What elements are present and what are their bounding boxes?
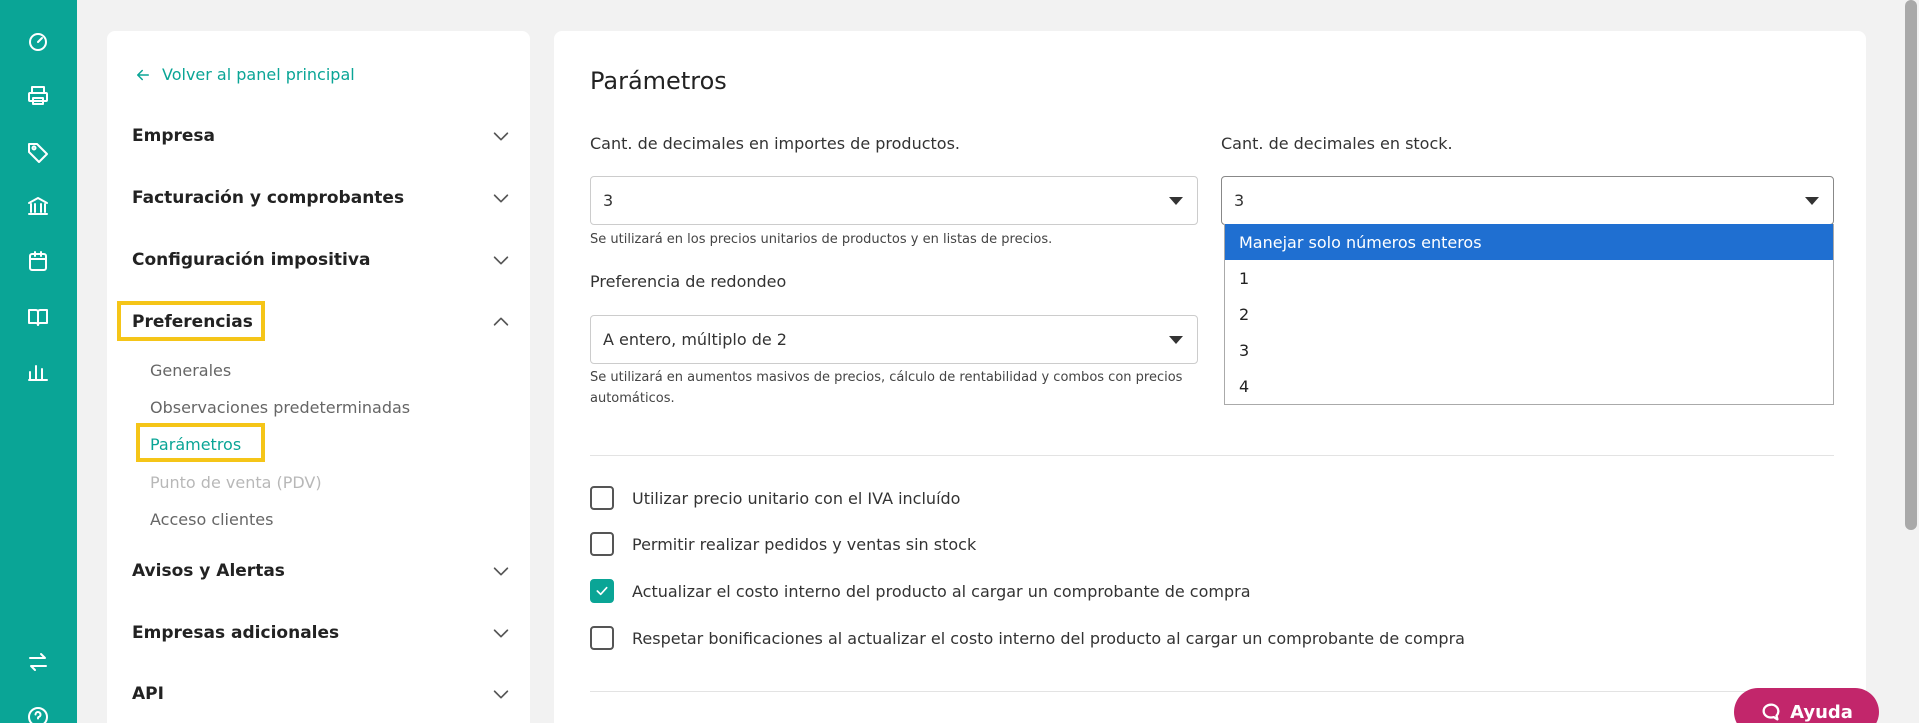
dropdown-option[interactable]: 2 <box>1225 296 1833 332</box>
nav-item-observaciones[interactable]: Observaciones predeterminadas <box>150 398 410 417</box>
nav-section-label: Empresas adicionales <box>132 623 340 643</box>
decimales-importes-help: Se utilizará en los precios unitarios de… <box>590 232 1053 247</box>
page-title: Parámetros <box>590 67 727 95</box>
redondeo-help-line: Se utilizará en aumentos masivos de prec… <box>590 370 1183 385</box>
scrollbar-track[interactable] <box>1902 0 1919 723</box>
nav-section-preferencias[interactable]: Preferencias <box>132 304 512 340</box>
decimales-stock-label: Cant. de decimales en stock. <box>1221 134 1453 153</box>
checkbox-ventas-sin-stock[interactable]: Permitir realizar pedidos y ventas sin s… <box>590 532 976 556</box>
checkbox-label: Respetar bonificaciones al actualizar el… <box>632 628 1465 648</box>
decimales-importes-select[interactable]: 3 <box>590 176 1198 225</box>
dropdown-option[interactable]: 4 <box>1225 368 1833 404</box>
arrow-left-icon <box>137 69 149 80</box>
nav-item-generales[interactable]: Generales <box>150 361 231 380</box>
chevron-down-icon <box>493 567 509 576</box>
chevron-down-icon <box>493 256 509 265</box>
dashboard-icon[interactable] <box>25 28 51 54</box>
select-value: 3 <box>1234 191 1245 210</box>
nav-section-label: API <box>132 684 164 704</box>
divider <box>590 691 1834 692</box>
checkbox-respetar-bonificaciones[interactable]: Respetar bonificaciones al actualizar el… <box>590 626 1465 650</box>
select-value: 3 <box>603 191 614 210</box>
redondeo-help: Se utilizará en aumentos masivos de prec… <box>590 367 1210 409</box>
caret-down-icon <box>1169 197 1183 205</box>
redondeo-label: Preferencia de redondeo <box>590 272 787 291</box>
decimales-importes-label: Cant. de decimales en importes de produc… <box>590 134 960 153</box>
nav-section-avisos[interactable]: Avisos y Alertas <box>132 553 512 589</box>
nav-item-acceso-clientes[interactable]: Acceso clientes <box>150 510 273 529</box>
caret-down-icon <box>1169 336 1183 344</box>
redondeo-help-line: automáticos. <box>590 391 675 406</box>
nav-section-label: Avisos y Alertas <box>132 561 285 581</box>
chevron-down-icon <box>493 194 509 203</box>
nav-section-label: Empresa <box>132 126 215 146</box>
app-sidebar <box>0 0 77 723</box>
select-value: A entero, múltiplo de 2 <box>603 330 787 349</box>
checkbox-label: Utilizar precio unitario con el IVA incl… <box>632 488 961 508</box>
scrollbar-thumb[interactable] <box>1905 0 1917 530</box>
divider <box>590 455 1834 456</box>
checkbox-actualizar-costo[interactable]: Actualizar el costo interno del producto… <box>590 579 1251 603</box>
nav-section-label: Preferencias <box>132 312 253 332</box>
checkbox-label: Actualizar el costo interno del producto… <box>632 581 1251 601</box>
nav-section-api[interactable]: API <box>132 676 512 712</box>
bank-icon[interactable] <box>25 193 51 219</box>
dropdown-option[interactable]: 3 <box>1225 332 1833 368</box>
checkbox-box[interactable] <box>590 486 614 510</box>
printer-icon[interactable] <box>25 83 51 109</box>
decimales-stock-dropdown: Manejar solo números enteros 1 2 3 4 <box>1224 224 1834 405</box>
help-button-label: Ayuda <box>1790 701 1853 723</box>
decimales-stock-select[interactable]: 3 <box>1221 176 1834 225</box>
checkbox-box[interactable] <box>590 579 614 603</box>
nav-section-label: Configuración impositiva <box>132 250 371 270</box>
nav-item-punto-de-venta: Punto de venta (PDV) <box>150 473 322 492</box>
settings-nav: Volver al panel principal Empresa Factur… <box>107 31 530 723</box>
nav-section-empresas-adicionales[interactable]: Empresas adicionales <box>132 615 512 651</box>
back-link[interactable]: Volver al panel principal <box>134 65 355 84</box>
swap-icon[interactable] <box>25 649 51 675</box>
chevron-down-icon <box>493 132 509 141</box>
nav-section-empresa[interactable]: Empresa <box>132 118 512 154</box>
dropdown-option[interactable]: Manejar solo números enteros <box>1225 224 1833 260</box>
dropdown-option[interactable]: 1 <box>1225 260 1833 296</box>
help-button[interactable]: Ayuda <box>1734 688 1879 723</box>
tag-icon[interactable] <box>25 139 51 165</box>
redondeo-select[interactable]: A entero, múltiplo de 2 <box>590 315 1198 364</box>
chat-bubble-icon <box>1762 703 1780 721</box>
checkbox-iva-incluido[interactable]: Utilizar precio unitario con el IVA incl… <box>590 486 960 510</box>
nav-section-impositiva[interactable]: Configuración impositiva <box>132 242 512 278</box>
checkbox-label: Permitir realizar pedidos y ventas sin s… <box>632 534 977 554</box>
help-circle-icon[interactable] <box>25 704 51 723</box>
checkbox-box[interactable] <box>590 532 614 556</box>
calendar-icon[interactable] <box>25 248 51 274</box>
main-panel: Parámetros Cant. de decimales en importe… <box>554 31 1866 723</box>
book-icon[interactable] <box>25 304 51 330</box>
nav-item-parametros[interactable]: Parámetros <box>150 435 241 454</box>
bar-chart-icon[interactable] <box>25 359 51 385</box>
chevron-up-icon <box>493 317 509 326</box>
check-icon <box>596 586 608 596</box>
back-link-label: Volver al panel principal <box>162 65 355 84</box>
nav-section-label: Facturación y comprobantes <box>132 188 405 208</box>
chevron-down-icon <box>493 629 509 638</box>
caret-down-icon <box>1805 197 1819 205</box>
chevron-down-icon <box>493 690 509 699</box>
nav-section-facturacion[interactable]: Facturación y comprobantes <box>132 180 512 216</box>
checkbox-box[interactable] <box>590 626 614 650</box>
